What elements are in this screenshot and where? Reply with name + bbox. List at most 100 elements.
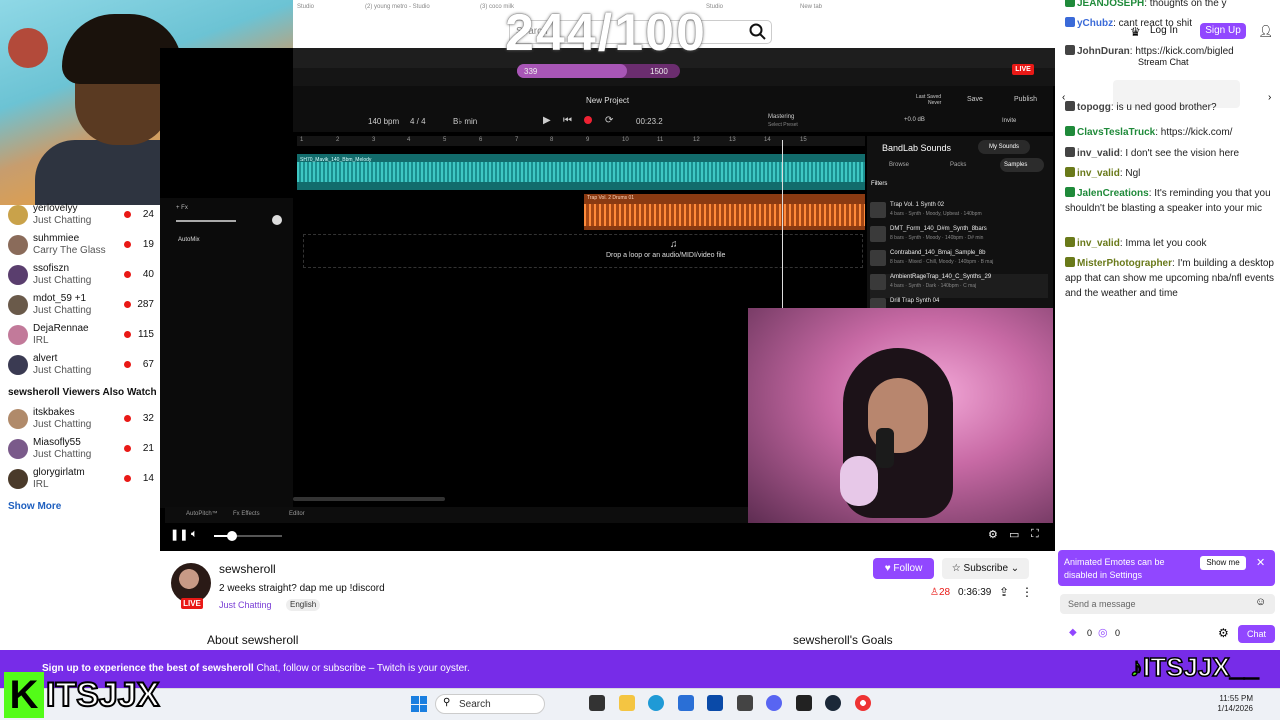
- chat-text: : https://kick.com/bigled: [1129, 46, 1234, 57]
- chat-username[interactable]: topogg: [1077, 102, 1111, 113]
- store-icon[interactable]: [678, 695, 694, 711]
- chat-username[interactable]: ClavsTeslaTruck: [1077, 127, 1155, 138]
- subscribe-button[interactable]: ☆ Subscribe ⌄: [942, 558, 1029, 579]
- automix-label: AutoMix: [178, 237, 200, 243]
- more-options-icon[interactable]: ⋮: [1021, 585, 1033, 599]
- time-display: 00:23.2: [636, 117, 663, 126]
- sidebar-channel[interactable]: itskbakes Just Chatting 32: [8, 407, 158, 437]
- volume-knob[interactable]: [227, 531, 237, 541]
- play-icon: ▶: [543, 115, 551, 126]
- sidebar-channel[interactable]: yerlovelyy Just Chatting 24: [8, 203, 158, 233]
- emote-picker-icon[interactable]: ☺: [1255, 596, 1266, 608]
- chat-text: : https://kick.com/: [1155, 127, 1233, 138]
- daw-toolbar: [293, 86, 1053, 132]
- chat-settings-icon[interactable]: ⚙: [1218, 626, 1229, 640]
- edge-icon[interactable]: [648, 695, 664, 711]
- taskbar-search-label: Search: [459, 699, 491, 710]
- chat-message: JalenCreations: It's reminding you that …: [1065, 186, 1275, 216]
- channel-name[interactable]: sewsheroll: [219, 562, 276, 576]
- chat-username[interactable]: JEANJOSEPH: [1077, 0, 1144, 9]
- chat-username[interactable]: MisterPhotographer: [1077, 258, 1172, 269]
- viewer-count: 24: [142, 209, 154, 220]
- invite-button: Invite: [1002, 118, 1017, 124]
- ruler-tick: 9: [586, 137, 590, 143]
- volume-icon[interactable]: 🔈︎: [191, 528, 198, 541]
- channel-avatar: [8, 235, 28, 255]
- chat-badge-icon: [1065, 237, 1075, 247]
- chat-message: JohnDuran: https://kick.com/bigled: [1065, 44, 1275, 59]
- ruler-tick: 11: [657, 137, 664, 143]
- volume-slider: [176, 220, 236, 222]
- chat-badge-icon: [1065, 187, 1075, 197]
- editor-tab: Editor: [289, 511, 305, 517]
- follow-button[interactable]: ♥ Follow: [873, 558, 934, 579]
- outlook-icon[interactable]: [707, 695, 723, 711]
- search-icon[interactable]: [748, 22, 768, 42]
- file-explorer-icon[interactable]: [619, 695, 635, 711]
- show-me-button[interactable]: Show me: [1200, 556, 1246, 570]
- sidebar-channel[interactable]: suhmmiee Carry The Glass 19: [8, 233, 158, 263]
- viewer-count: 40: [142, 269, 154, 280]
- sidebar-channel[interactable]: alvert Just Chatting 67: [8, 353, 158, 383]
- language-tag[interactable]: English: [286, 599, 321, 611]
- channel-name: itskbakes: [33, 407, 75, 418]
- share-icon[interactable]: ⇪: [999, 585, 1009, 599]
- record-icon: [584, 116, 592, 124]
- bits-icon[interactable]: ◆: [1069, 627, 1077, 638]
- chat-text: : thoughts on the y: [1144, 0, 1227, 9]
- channel-name: suhmmiee: [33, 233, 80, 244]
- chat-send-button[interactable]: Chat: [1238, 625, 1275, 643]
- channel-avatar[interactable]: [171, 563, 211, 603]
- settings-icon[interactable]: ⚙: [988, 528, 998, 541]
- my-sounds-button: My Sounds: [978, 140, 1030, 154]
- fullscreen-icon[interactable]: ⛶: [1031, 528, 1039, 541]
- ruler-tick: 4: [407, 137, 411, 143]
- chrome-icon[interactable]: [855, 695, 871, 711]
- chat-text: : Ngl: [1119, 168, 1141, 179]
- ruler-tick: 13: [729, 137, 736, 143]
- close-icon[interactable]: ✕: [1256, 556, 1265, 569]
- pause-icon[interactable]: ❚❚: [170, 528, 188, 541]
- chat-username[interactable]: inv_valid: [1077, 168, 1120, 179]
- steam-icon[interactable]: [825, 695, 841, 711]
- windows-start-icon[interactable]: [411, 696, 427, 712]
- chat-badge-icon: [1065, 17, 1075, 27]
- chat-username[interactable]: yChubz: [1077, 18, 1113, 29]
- chat-username[interactable]: inv_valid: [1077, 148, 1120, 159]
- mastering-preset: Select Preset: [768, 122, 798, 128]
- chat-username[interactable]: JalenCreations: [1077, 188, 1149, 199]
- samples-tab: Samples: [1004, 162, 1028, 168]
- theatre-mode-icon[interactable]: ▭: [1009, 528, 1019, 541]
- show-more-link[interactable]: Show More: [8, 501, 61, 512]
- goal-target: 1500: [650, 67, 668, 76]
- viewer-count: 67: [142, 359, 154, 370]
- sidebar-channel[interactable]: glorygirlatm IRL 14: [8, 467, 158, 497]
- chat-text: : I don't see the vision here: [1119, 148, 1240, 159]
- sidebar-channel[interactable]: mdot_59 +1 Just Chatting 287: [8, 293, 158, 323]
- channel-name: yerlovelyy: [33, 203, 78, 214]
- channel-points-icon[interactable]: ◎: [1098, 626, 1108, 639]
- sidebar-channel[interactable]: ssofiszn Just Chatting 40: [8, 263, 158, 293]
- chat-username[interactable]: inv_valid: [1077, 238, 1120, 249]
- horizontal-scrollbar: [293, 497, 445, 501]
- browser-tab: New tab: [800, 4, 823, 10]
- channel-name: mdot_59 +1: [33, 293, 87, 304]
- chat-message: inv_valid: Ngl: [1065, 166, 1275, 181]
- task-view-icon[interactable]: [589, 695, 605, 711]
- sidebar-channel[interactable]: DejaRennae IRL 115: [8, 323, 158, 353]
- discord-icon[interactable]: [766, 695, 782, 711]
- live-dot: [124, 211, 131, 218]
- channel-category: Just Chatting: [33, 275, 92, 286]
- epic-games-icon[interactable]: [796, 695, 812, 711]
- channel-avatar: [8, 469, 28, 489]
- channel-name: ssofiszn: [33, 263, 70, 274]
- browser-tab: Studio: [297, 4, 315, 10]
- sidebar-channel[interactable]: Miasofly55 Just Chatting 21: [8, 437, 158, 467]
- chat-badge-icon: [1065, 126, 1075, 136]
- chat-username[interactable]: JohnDuran: [1077, 46, 1130, 57]
- stream-category[interactable]: Just Chatting: [219, 600, 272, 610]
- goal-current: 339: [524, 67, 538, 76]
- chat-badge-icon: [1065, 101, 1075, 111]
- live-dot: [124, 415, 131, 422]
- calculator-icon[interactable]: [737, 695, 753, 711]
